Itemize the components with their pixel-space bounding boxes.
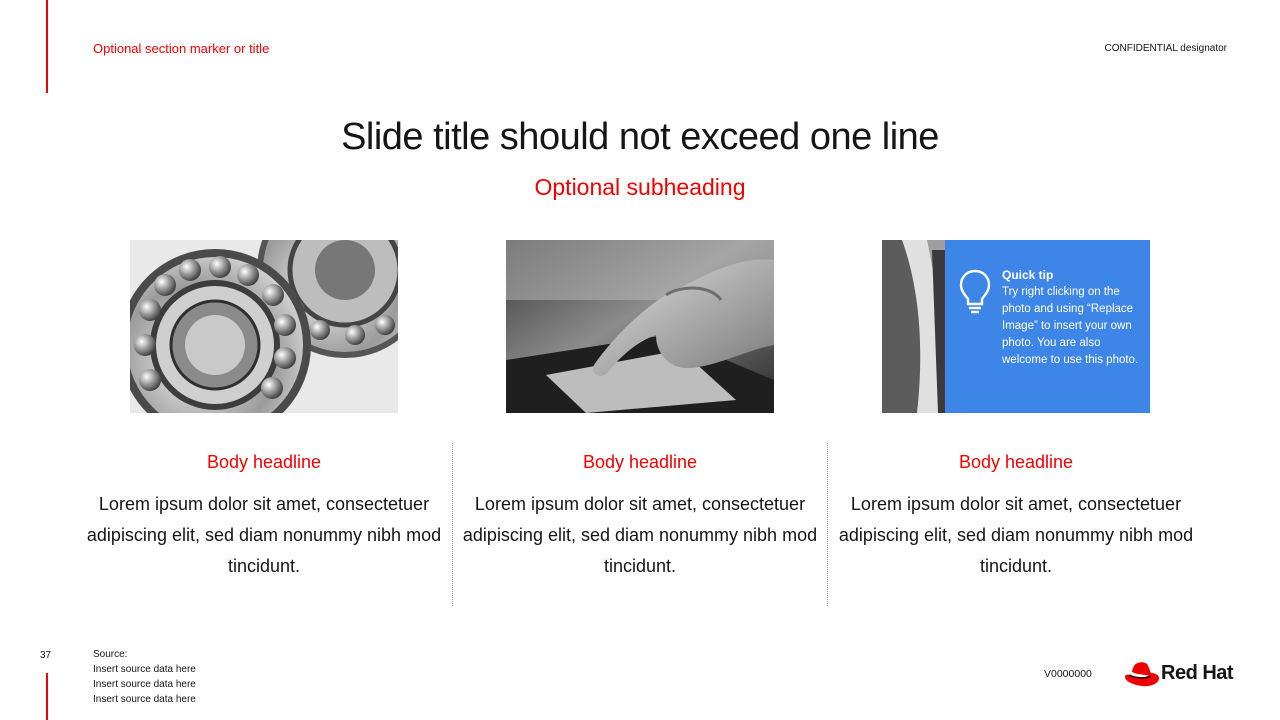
source-notes[interactable]: Source: Insert source data here Insert s…	[93, 647, 196, 707]
brand-name: Red Hat	[1161, 662, 1234, 684]
page-number: 37	[40, 650, 52, 661]
source-line: Insert source data here	[93, 679, 196, 690]
lightbulb-icon	[959, 268, 991, 319]
body-text[interactable]: Lorem ipsum dolor sit amet, consectetuer…	[836, 489, 1196, 582]
slide-subheading[interactable]: Optional subheading	[0, 174, 1280, 201]
source-line: Insert source data here	[93, 664, 196, 675]
body-text[interactable]: Lorem ipsum dolor sit amet, consectetuer…	[460, 489, 820, 582]
column-2: Body headline Lorem ipsum dolor sit amet…	[460, 452, 820, 582]
column-3: Body headline Lorem ipsum dolor sit amet…	[836, 452, 1196, 582]
body-headline[interactable]: Body headline	[836, 452, 1196, 473]
source-line: Insert source data here	[93, 694, 196, 705]
top-accent-line	[46, 0, 48, 93]
source-label: Source:	[93, 649, 128, 660]
version-code: V0000000	[1044, 668, 1092, 680]
column-1: Body headline Lorem ipsum dolor sit amet…	[84, 452, 444, 582]
body-text[interactable]: Lorem ipsum dolor sit amet, consectetuer…	[84, 489, 444, 582]
body-headline[interactable]: Body headline	[84, 452, 444, 473]
column-divider	[452, 443, 453, 606]
confidential-designator: CONFIDENTIAL designator	[1104, 43, 1227, 54]
section-marker: Optional section marker or title	[93, 41, 270, 56]
red-hat-logo-icon	[1124, 660, 1160, 693]
quick-tip-title: Quick tip	[1002, 268, 1054, 282]
quick-tip-text: Try right clicking on the photo and usin…	[1002, 286, 1139, 366]
bottom-accent-line	[46, 673, 48, 720]
column-divider	[827, 443, 828, 606]
body-headline[interactable]: Body headline	[460, 452, 820, 473]
ball-bearings-photo[interactable]	[130, 240, 398, 413]
slide-title[interactable]: Slide title should not exceed one line	[0, 116, 1280, 159]
quick-tip-panel: Quick tip Try right clicking on the phot…	[945, 240, 1150, 413]
hand-touching-tablet-photo[interactable]	[506, 240, 774, 413]
